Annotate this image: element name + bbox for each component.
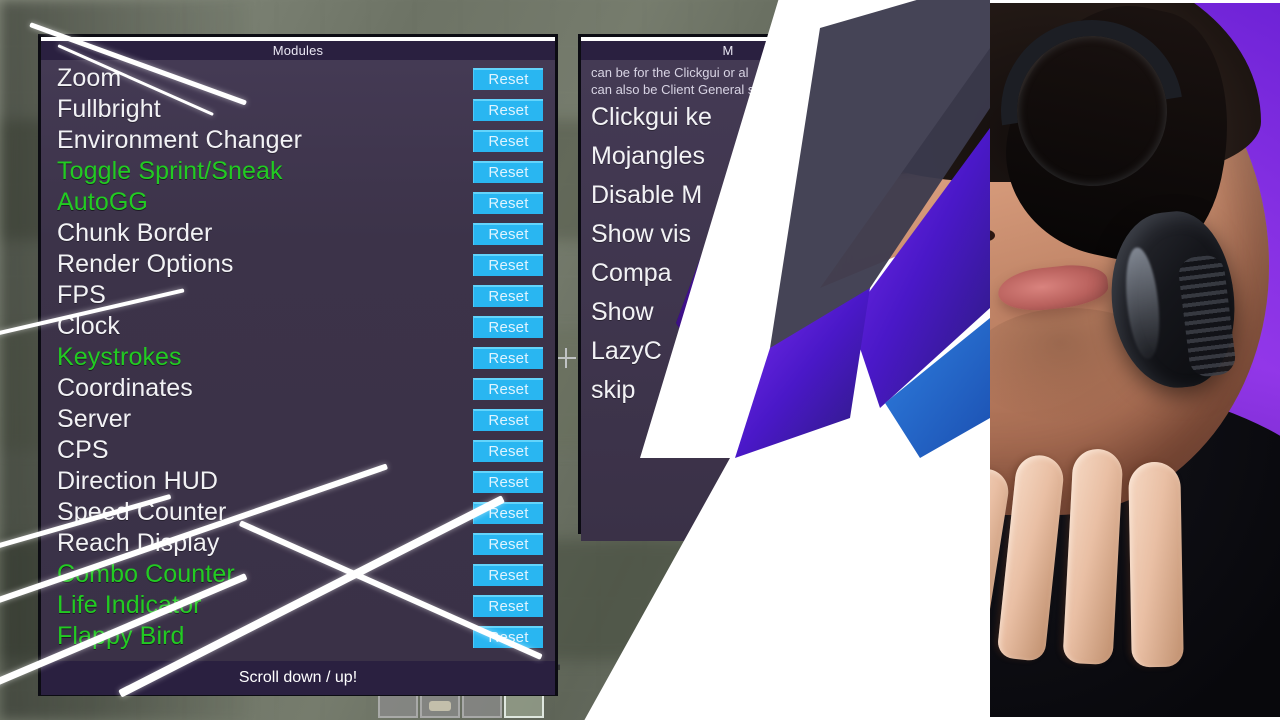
- module-label[interactable]: FPS: [57, 281, 473, 310]
- module-row[interactable]: Fullbright Reset: [41, 94, 555, 125]
- module-label[interactable]: Render Options: [57, 250, 473, 279]
- modules-window-title: Modules: [41, 41, 555, 60]
- module-row[interactable]: Coordinates Reset: [41, 373, 555, 404]
- module-row[interactable]: FPS Reset: [41, 280, 555, 311]
- modules-window-body: Zoom Reset Fullbright Reset Environment Chan…: [41, 60, 555, 661]
- module-row[interactable]: Combo Counter Reset: [41, 559, 555, 590]
- module-row[interactable]: Reach Display Reset: [41, 528, 555, 559]
- module-row[interactable]: Zoom Reset: [41, 63, 555, 94]
- module-label[interactable]: Chunk Border: [57, 219, 473, 248]
- module-row[interactable]: CPS Reset: [41, 435, 555, 466]
- module-row[interactable]: Flappy Bird Reset: [41, 621, 555, 652]
- lightning-bolt-svg: [584, 0, 990, 720]
- module-label[interactable]: Life Indicator: [57, 591, 473, 620]
- lightning-bolt-frame: [520, 0, 990, 720]
- module-row[interactable]: Clock Reset: [41, 311, 555, 342]
- module-row[interactable]: Chunk Border Reset: [41, 218, 555, 249]
- module-label[interactable]: Environment Changer: [57, 126, 473, 155]
- module-label[interactable]: Keystrokes: [57, 343, 473, 372]
- module-row[interactable]: Life Indicator Reset: [41, 590, 555, 621]
- module-label[interactable]: Server: [57, 405, 473, 434]
- module-label[interactable]: AutoGG: [57, 188, 473, 217]
- scroll-hint: Scroll down / up!: [41, 661, 555, 695]
- module-label[interactable]: Speed Counter: [57, 498, 473, 527]
- module-row[interactable]: Server Reset: [41, 404, 555, 435]
- module-label[interactable]: Fullbright: [57, 95, 473, 124]
- module-row[interactable]: Direction HUD Reset: [41, 466, 555, 497]
- subject-mouth: [996, 261, 1110, 315]
- modules-list: Zoom Reset Fullbright Reset Environment Chan…: [41, 60, 555, 652]
- module-label[interactable]: Combo Counter: [57, 560, 473, 589]
- module-label[interactable]: Coordinates: [57, 374, 473, 403]
- module-label[interactable]: Toggle Sprint/Sneak: [57, 157, 473, 186]
- module-row[interactable]: Environment Changer Reset: [41, 125, 555, 156]
- modules-window[interactable]: Modules Zoom Reset Fullbright Reset Environm…: [38, 34, 558, 696]
- module-label[interactable]: Clock: [57, 312, 473, 341]
- module-row[interactable]: Render Options Reset: [41, 249, 555, 280]
- module-row[interactable]: Keystrokes Reset: [41, 342, 555, 373]
- screenshot-stage: M can be for the Clickgui or al can also…: [0, 0, 1280, 720]
- module-row[interactable]: Speed Counter Reset: [41, 497, 555, 528]
- module-row[interactable]: Toggle Sprint/Sneak Reset: [41, 156, 555, 187]
- module-label[interactable]: Reach Display: [57, 529, 473, 558]
- hotbar-item-icon: [429, 701, 451, 711]
- module-label[interactable]: Flappy Bird: [57, 622, 473, 651]
- module-label[interactable]: Zoom: [57, 64, 473, 93]
- module-label[interactable]: Direction HUD: [57, 467, 473, 496]
- module-label[interactable]: CPS: [57, 436, 473, 465]
- module-row[interactable]: AutoGG Reset: [41, 187, 555, 218]
